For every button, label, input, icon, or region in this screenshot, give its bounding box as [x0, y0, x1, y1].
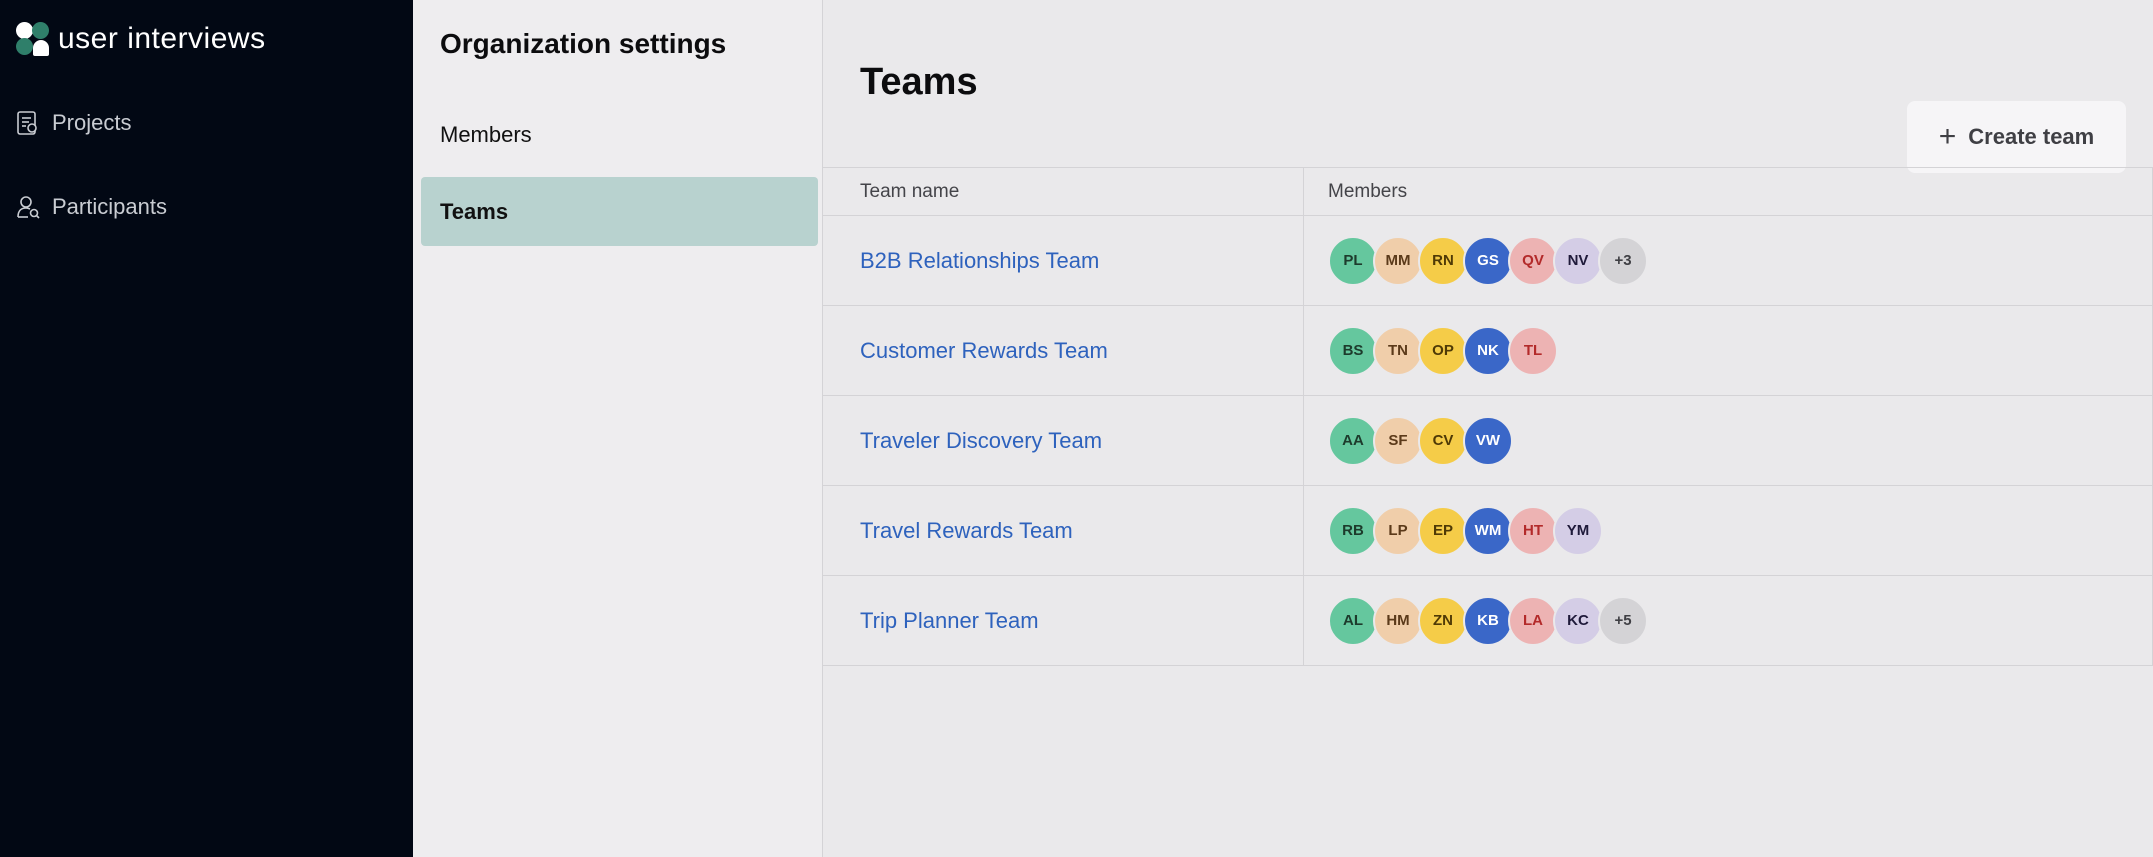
member-avatar[interactable]: OP — [1418, 325, 1468, 376]
member-avatar[interactable]: MM — [1373, 235, 1423, 286]
column-header-team-name: Team name — [860, 180, 960, 202]
settings-title: Organization settings — [440, 28, 727, 59]
member-avatar[interactable]: LP — [1373, 505, 1423, 556]
document-icon — [17, 111, 37, 135]
teams-table: Team name Members B2B Relationships Team… — [823, 167, 2153, 666]
members-cell: AA SF CV VW — [1304, 396, 2153, 485]
member-avatar[interactable]: WM — [1463, 505, 1513, 556]
members-cell: BS TN OP NK TL — [1304, 306, 2153, 395]
member-avatar[interactable]: EP — [1418, 505, 1468, 556]
plus-icon: + — [1938, 120, 1957, 153]
team-name-link[interactable]: Travel Rewards Team — [860, 518, 1073, 544]
member-avatar[interactable]: NK — [1463, 325, 1513, 376]
member-avatar[interactable]: KB — [1463, 595, 1513, 646]
settings-sidebar: Organization settings Members Teams — [413, 0, 823, 857]
team-name-cell: Travel Rewards Team — [823, 486, 1304, 575]
logo-icon — [16, 22, 50, 56]
nav-item-label: Participants — [52, 194, 167, 219]
avatar-group[interactable]: PL MM RN GS QV NV +3 — [1328, 235, 1648, 286]
member-avatar[interactable]: TL — [1508, 325, 1558, 376]
brand-logo[interactable]: user interviews — [16, 22, 266, 56]
member-avatar[interactable]: RB — [1328, 505, 1378, 556]
settings-item-teams[interactable]: Teams — [421, 177, 818, 246]
member-avatar[interactable]: CV — [1418, 415, 1468, 466]
members-cell: PL MM RN GS QV NV +3 — [1304, 216, 2153, 305]
member-avatar[interactable]: LA — [1508, 595, 1558, 646]
brand-name: user interviews — [58, 22, 266, 55]
member-avatar[interactable]: HT — [1508, 505, 1558, 556]
member-avatar[interactable]: NV — [1553, 235, 1603, 286]
team-name-cell: B2B Relationships Team — [823, 216, 1304, 305]
member-avatar[interactable]: VW — [1463, 415, 1513, 466]
settings-item-members[interactable]: Members — [421, 100, 818, 169]
avatar-group[interactable]: BS TN OP NK TL — [1328, 325, 1558, 376]
table-row: Travel Rewards Team RB LP EP WM HT YM — [823, 486, 2153, 576]
member-avatar[interactable]: RN — [1418, 235, 1468, 286]
user-search-icon — [17, 196, 40, 219]
team-name-link[interactable]: B2B Relationships Team — [860, 248, 1099, 274]
avatar-group[interactable]: RB LP EP WM HT YM — [1328, 505, 1603, 556]
member-avatar[interactable]: TN — [1373, 325, 1423, 376]
member-avatar[interactable]: BS — [1328, 325, 1378, 376]
member-avatar[interactable]: AA — [1328, 415, 1378, 466]
more-members-badge[interactable]: +5 — [1598, 595, 1648, 646]
avatar-group[interactable]: AL HM ZN KB LA KC +5 — [1328, 595, 1648, 646]
table-row: Traveler Discovery Team AA SF CV VW — [823, 396, 2153, 486]
nav-item-participants[interactable]: Participants — [16, 194, 167, 220]
team-name-link[interactable]: Customer Rewards Team — [860, 338, 1108, 364]
primary-nav: user interviews Projects Participants — [0, 0, 413, 857]
table-row: B2B Relationships Team PL MM RN GS QV NV +3 — [823, 216, 2153, 306]
team-name-cell: Traveler Discovery Team — [823, 396, 1304, 485]
team-name-cell: Customer Rewards Team — [823, 306, 1304, 395]
table-header: Team name Members — [823, 167, 2153, 216]
team-name-link[interactable]: Trip Planner Team — [860, 608, 1039, 634]
column-header-members: Members — [1328, 180, 1408, 202]
table-row: Trip Planner Team AL HM ZN KB LA KC +5 — [823, 576, 2153, 666]
page-title: Teams — [860, 61, 978, 103]
create-team-label: Create team — [1968, 124, 2095, 149]
avatar-group[interactable]: AA SF CV VW — [1328, 415, 1513, 466]
member-avatar[interactable]: YM — [1553, 505, 1603, 556]
main-content: Teams + Create team Team name Members B2… — [823, 0, 2153, 857]
member-avatar[interactable]: SF — [1373, 415, 1423, 466]
nav-item-projects[interactable]: Projects — [16, 110, 131, 136]
more-members-badge[interactable]: +3 — [1598, 235, 1648, 286]
member-avatar[interactable]: PL — [1328, 235, 1378, 286]
member-avatar[interactable]: GS — [1463, 235, 1513, 286]
member-avatar[interactable]: HM — [1373, 595, 1423, 646]
members-cell: RB LP EP WM HT YM — [1304, 486, 2153, 575]
member-avatar[interactable]: KC — [1553, 595, 1603, 646]
nav-item-label: Projects — [52, 110, 132, 135]
team-name-cell: Trip Planner Team — [823, 576, 1304, 665]
team-name-link[interactable]: Traveler Discovery Team — [860, 428, 1102, 454]
table-row: Customer Rewards Team BS TN OP NK TL — [823, 306, 2153, 396]
members-cell: AL HM ZN KB LA KC +5 — [1304, 576, 2153, 665]
member-avatar[interactable]: QV — [1508, 235, 1558, 286]
member-avatar[interactable]: AL — [1328, 595, 1378, 646]
create-team-button[interactable]: + Create team — [1907, 101, 2126, 173]
member-avatar[interactable]: ZN — [1418, 595, 1468, 646]
